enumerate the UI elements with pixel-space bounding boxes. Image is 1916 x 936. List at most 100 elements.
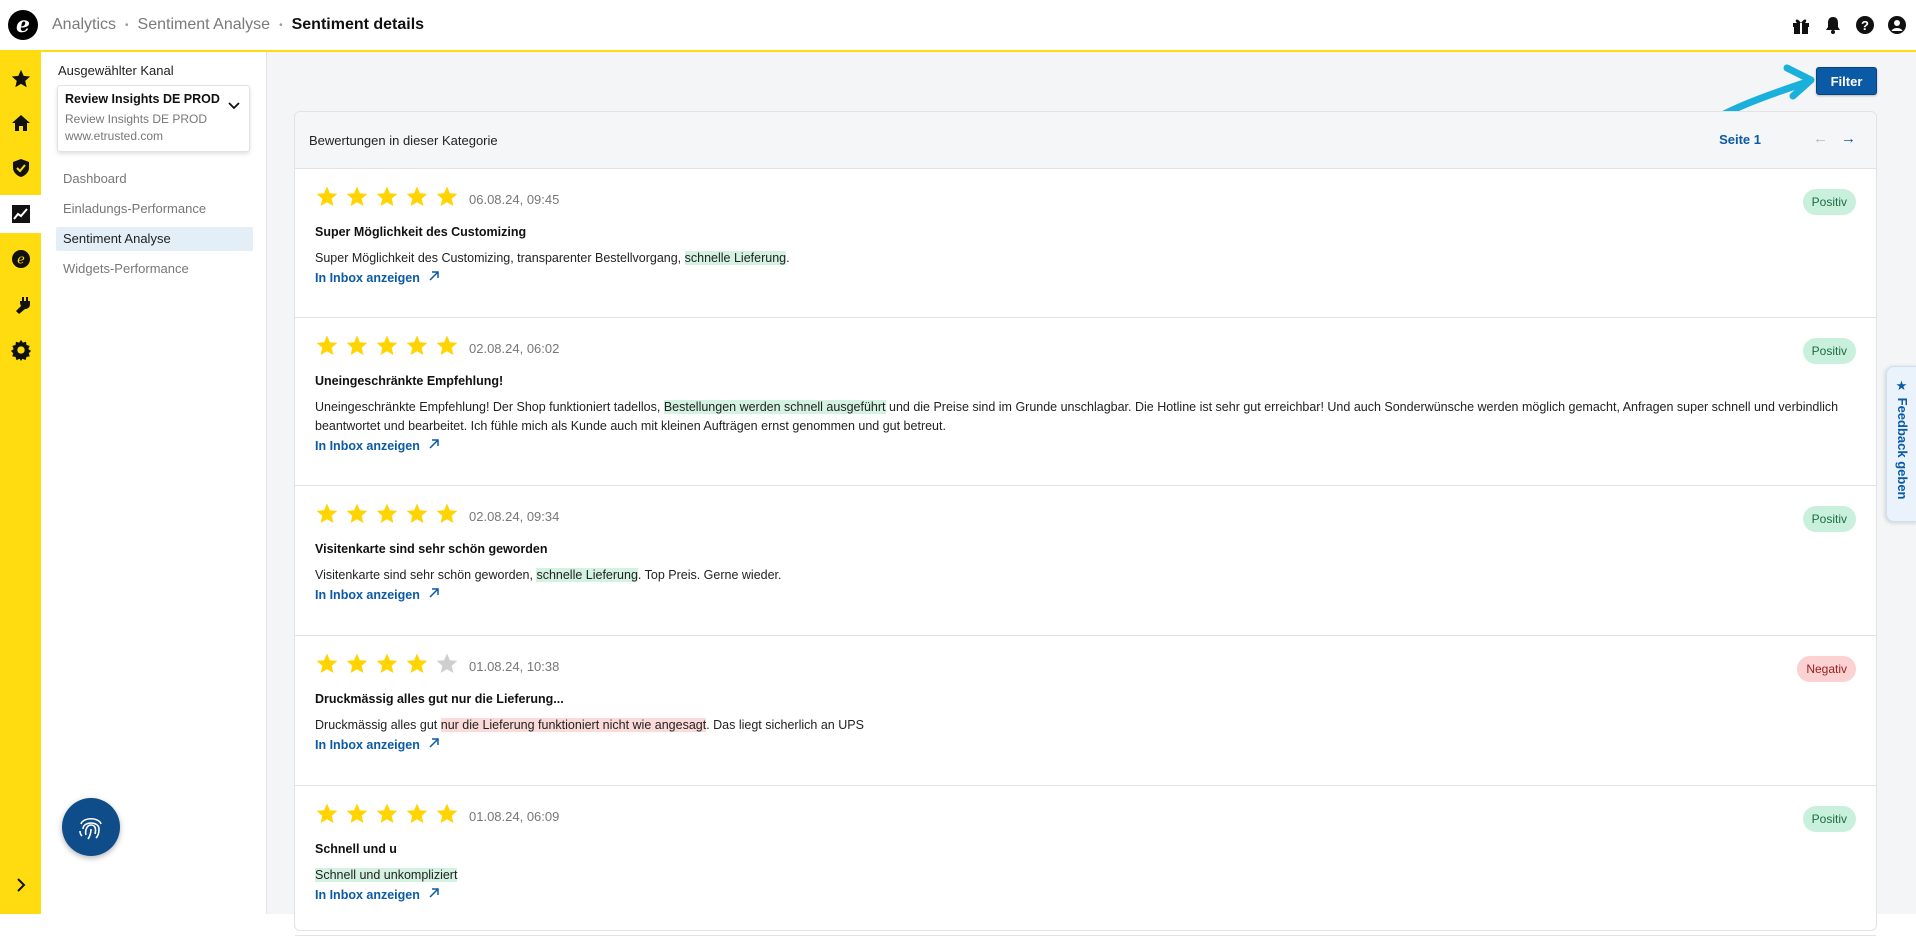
sentiment-highlight: schnelle Lieferung: [684, 251, 787, 265]
bell-icon[interactable]: [1822, 14, 1844, 36]
svg-text:e: e: [17, 253, 25, 268]
top-bar: e Analytics • Sentiment Analyse • Sentim…: [0, 0, 1916, 52]
star-icon: [436, 803, 458, 823]
star-icon: [376, 335, 398, 355]
review-text: Visitenkarte sind sehr schön geworden, s…: [315, 568, 782, 582]
gift-icon[interactable]: [1790, 14, 1812, 36]
plug-icon[interactable]: [0, 286, 41, 324]
inbox-link[interactable]: In Inbox anzeigen: [315, 737, 440, 752]
help-icon[interactable]: ?: [1854, 14, 1876, 36]
channel-select[interactable]: Review Insights DE PROD Review Insights …: [57, 85, 250, 152]
reviews-panel: Bewertungen in dieser Kategorie Seite 1 …: [294, 111, 1877, 936]
sentiment-badge: Positiv: [1802, 189, 1856, 215]
inbox-link[interactable]: In Inbox anzeigen: [315, 270, 440, 285]
breadcrumb-analytics[interactable]: Analytics: [52, 16, 116, 34]
fingerprint-icon[interactable]: [62, 798, 120, 856]
sentiment-badge: Positiv: [1802, 338, 1856, 364]
sentiment-badge: Positiv: [1802, 806, 1856, 832]
inbox-link-label: In Inbox anzeigen: [315, 887, 420, 902]
review-list: 06.08.24, 09:45 Positiv Super Möglichkeit …: [295, 169, 1876, 936]
star-rating: [315, 802, 459, 826]
sidebar-item-sentiment-analyse[interactable]: Sentiment Analyse: [56, 227, 253, 251]
sentiment-highlight: Schnell und unkompliziert: [315, 868, 458, 882]
sidebar-item-widgets-performance[interactable]: Widgets-Performance: [56, 257, 253, 281]
breadcrumb-separator: •: [125, 19, 129, 31]
review-date: 01.08.24, 10:38: [469, 659, 560, 674]
review-title: Schnell und u: [315, 842, 397, 856]
star-rating: [315, 185, 459, 209]
panel-title: Bewertungen in dieser Kategorie: [309, 133, 498, 148]
breadcrumb: Analytics • Sentiment Analyse • Sentimen…: [52, 16, 424, 34]
star-icon: [346, 503, 368, 523]
home-icon[interactable]: [0, 104, 41, 142]
star-icon: [346, 653, 368, 673]
star-icon: [346, 335, 368, 355]
star-icon: [406, 803, 428, 823]
review-text: Schnell und unkompliziert: [315, 866, 1845, 885]
main-content: Filter Bewertungen in dieser Kategorie S…: [267, 52, 1916, 936]
feedback-tab[interactable]: ★ Feedback geben: [1886, 366, 1916, 522]
sidebar: Ausgewählter Kanal Review Insights DE PR…: [41, 52, 267, 914]
chevron-right-icon[interactable]: [0, 877, 41, 898]
star-icon: [346, 186, 368, 206]
etrusted-logo[interactable]: e: [8, 10, 38, 40]
star-icon: [406, 335, 428, 355]
user-icon[interactable]: [1886, 14, 1908, 36]
external-link-icon: [428, 270, 440, 285]
star-icon: [316, 335, 338, 355]
external-link-icon: [428, 438, 440, 453]
star-icon: [316, 503, 338, 523]
arrow-right-icon[interactable]: →: [1841, 130, 1856, 147]
page-indicator: Seite 1: [1719, 132, 1761, 147]
inbox-link[interactable]: In Inbox anzeigen: [315, 587, 440, 602]
channel-name: Review Insights DE PROD: [65, 92, 220, 106]
star-rating: [315, 334, 459, 358]
inbox-link-label: In Inbox anzeigen: [315, 270, 420, 285]
sentiment-highlight: schnelle Lieferung: [536, 568, 638, 582]
breadcrumb-sentiment-analyse[interactable]: Sentiment Analyse: [138, 16, 271, 34]
star-icon: [316, 803, 338, 823]
etrusted-icon[interactable]: e: [0, 240, 41, 278]
review-date: 01.08.24, 06:09: [469, 809, 560, 824]
review-date: 02.08.24, 06:02: [469, 341, 560, 356]
settings-icon[interactable]: [0, 331, 41, 369]
svg-text:?: ?: [1861, 18, 1869, 33]
chart-icon[interactable]: [0, 195, 41, 233]
inbox-link-label: In Inbox anzeigen: [315, 438, 420, 453]
star-icon: [376, 653, 398, 673]
review-date: 06.08.24, 09:45: [469, 192, 560, 207]
external-link-icon: [428, 887, 440, 902]
review-text: Super Möglichkeit des Customizing, trans…: [315, 251, 790, 265]
breadcrumb-separator: •: [279, 19, 283, 31]
panel-header: Bewertungen in dieser Kategorie Seite 1 …: [295, 112, 1876, 169]
review-item: 02.08.24, 06:02 Positiv Uneingeschränkte E…: [295, 318, 1876, 486]
sentiment-badge: Positiv: [1802, 506, 1856, 532]
sidebar-item-dashboard[interactable]: Dashboard: [56, 167, 253, 191]
filter-button[interactable]: Filter: [1816, 67, 1877, 95]
star-icon: [436, 186, 458, 206]
review-item: 06.08.24, 09:45 Positiv Super Möglichkeit …: [295, 169, 1876, 318]
star-icon[interactable]: [0, 60, 41, 98]
channel-label: Ausgewählter Kanal: [58, 63, 174, 78]
review-text: Druckmässig alles gut nur die Lieferung …: [315, 718, 864, 732]
feedback-label: ★ Feedback geben: [1895, 379, 1910, 500]
sentiment-highlight: Bestellungen werden schnell ausgeführt: [663, 400, 886, 414]
star-icon: [376, 186, 398, 206]
sidebar-item-einladungs-performance[interactable]: Einladungs-Performance: [56, 197, 253, 221]
star-icon: [406, 186, 428, 206]
review-date: 02.08.24, 09:34: [469, 509, 560, 524]
star-icon: [406, 503, 428, 523]
chevron-down-icon: [227, 99, 241, 118]
shield-check-icon[interactable]: [0, 149, 41, 187]
star-icon: [316, 653, 338, 673]
external-link-icon: [428, 737, 440, 752]
review-item: 01.08.24, 10:38 Negativ Druckmässig alles …: [295, 636, 1876, 786]
inbox-link[interactable]: In Inbox anzeigen: [315, 438, 440, 453]
sentiment-highlight: nur die Lieferung funktioniert nicht wie…: [440, 718, 707, 732]
inbox-link-label: In Inbox anzeigen: [315, 737, 420, 752]
arrow-left-icon[interactable]: ←: [1813, 130, 1828, 147]
inbox-link[interactable]: In Inbox anzeigen: [315, 887, 440, 902]
star-icon: [376, 503, 398, 523]
star-rating: [315, 652, 459, 676]
page-title: Sentiment details: [291, 16, 425, 33]
